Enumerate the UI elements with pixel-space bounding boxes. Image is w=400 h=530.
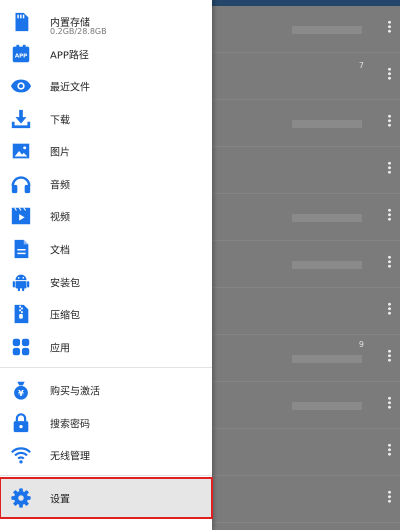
list-item bbox=[213, 241, 400, 288]
drawer-item-archives[interactable]: 压缩包 bbox=[0, 297, 212, 330]
more-options-icon bbox=[388, 20, 391, 33]
drawer-item-label: 下载 bbox=[50, 115, 70, 126]
drawer-item-settings[interactable]: 设置 bbox=[0, 477, 213, 519]
more-options-icon bbox=[388, 255, 391, 268]
sd-card-icon bbox=[10, 11, 32, 33]
drawer-item-recent[interactable]: 最近文件 bbox=[0, 69, 212, 102]
more-options-icon bbox=[388, 161, 391, 174]
more-options-icon bbox=[388, 443, 391, 456]
list-item: 9 bbox=[213, 335, 400, 382]
drawer-item-search-password[interactable]: 搜索密码 bbox=[0, 406, 212, 439]
drawer-item-video[interactable]: 视频 bbox=[0, 199, 212, 232]
zip-icon bbox=[10, 303, 32, 325]
list-item bbox=[213, 288, 400, 335]
drawer-item-label: 设置 bbox=[50, 494, 70, 506]
drawer-item-wireless[interactable]: 无线管理 bbox=[0, 438, 212, 471]
drawer-item-purchase[interactable]: ¥ 购买与激活 bbox=[0, 373, 212, 406]
drawer-divider bbox=[0, 367, 212, 368]
gear-icon bbox=[10, 487, 32, 509]
app-box-icon: APP bbox=[10, 43, 32, 65]
list-item bbox=[213, 6, 400, 53]
list-item bbox=[213, 100, 400, 147]
drawer-item-apk[interactable]: 安装包 bbox=[0, 265, 212, 298]
more-options-icon bbox=[388, 302, 391, 315]
list-item bbox=[213, 382, 400, 429]
drawer-item-label: 图片 bbox=[50, 147, 70, 158]
drawer-item-internal-storage[interactable]: 内置存储 0.2GB/28.8GB bbox=[0, 4, 212, 40]
more-options-icon bbox=[388, 396, 391, 409]
list-item bbox=[213, 476, 400, 523]
more-options-icon bbox=[388, 490, 391, 503]
drawer-item-app-path[interactable]: APP APP路径 bbox=[0, 37, 212, 70]
drawer-item-label: 购买与激活 bbox=[50, 386, 100, 397]
lock-icon bbox=[10, 412, 32, 434]
money-bag-icon: ¥ bbox=[10, 379, 32, 401]
svg-text:¥: ¥ bbox=[18, 387, 24, 397]
drawer-item-apps[interactable]: 应用 bbox=[0, 330, 212, 363]
drawer-item-label: 无线管理 bbox=[50, 451, 90, 462]
drawer-item-download[interactable]: 下载 bbox=[0, 102, 212, 135]
item-count: 9 bbox=[358, 340, 364, 349]
drawer-item-label: 压缩包 bbox=[50, 310, 80, 321]
more-options-icon bbox=[388, 114, 391, 127]
headphones-icon bbox=[10, 173, 32, 195]
more-options-icon bbox=[388, 208, 391, 221]
drawer-item-label: 应用 bbox=[50, 343, 70, 354]
drawer-item-documents[interactable]: 文档 bbox=[0, 232, 212, 265]
android-icon bbox=[10, 271, 32, 293]
drawer-item-audio[interactable]: 音频 bbox=[0, 167, 212, 200]
grid-icon bbox=[10, 336, 32, 358]
drawer-item-label: 搜索密码 bbox=[50, 419, 90, 430]
storage-usage: 0.2GB/28.8GB bbox=[50, 27, 107, 36]
navigation-drawer: 内置存储 0.2GB/28.8GB APP APP路径 最近文件 下载 图片 音… bbox=[0, 0, 213, 530]
drawer-item-label: 音频 bbox=[50, 180, 70, 191]
wifi-icon bbox=[10, 444, 32, 466]
eye-icon bbox=[10, 75, 32, 97]
more-options-icon bbox=[388, 349, 391, 362]
video-icon bbox=[10, 205, 32, 227]
drawer-divider bbox=[0, 475, 212, 476]
list-item bbox=[213, 194, 400, 241]
drawer-item-label: 文档 bbox=[50, 245, 70, 256]
download-icon bbox=[10, 108, 32, 130]
list-item: 7 bbox=[213, 53, 400, 100]
drawer-item-label: 安装包 bbox=[50, 278, 80, 289]
list-item bbox=[213, 147, 400, 194]
drawer-item-pictures[interactable]: 图片 bbox=[0, 134, 212, 167]
drawer-item-label: APP路径 bbox=[50, 50, 89, 61]
image-icon bbox=[10, 140, 32, 162]
item-count: 7 bbox=[358, 61, 364, 70]
drawer-item-label: 视频 bbox=[50, 212, 70, 223]
list-item bbox=[213, 429, 400, 476]
drawer-item-label: 最近文件 bbox=[50, 82, 90, 93]
document-icon bbox=[10, 238, 32, 260]
more-options-icon bbox=[388, 67, 391, 80]
svg-text:APP: APP bbox=[15, 53, 27, 59]
